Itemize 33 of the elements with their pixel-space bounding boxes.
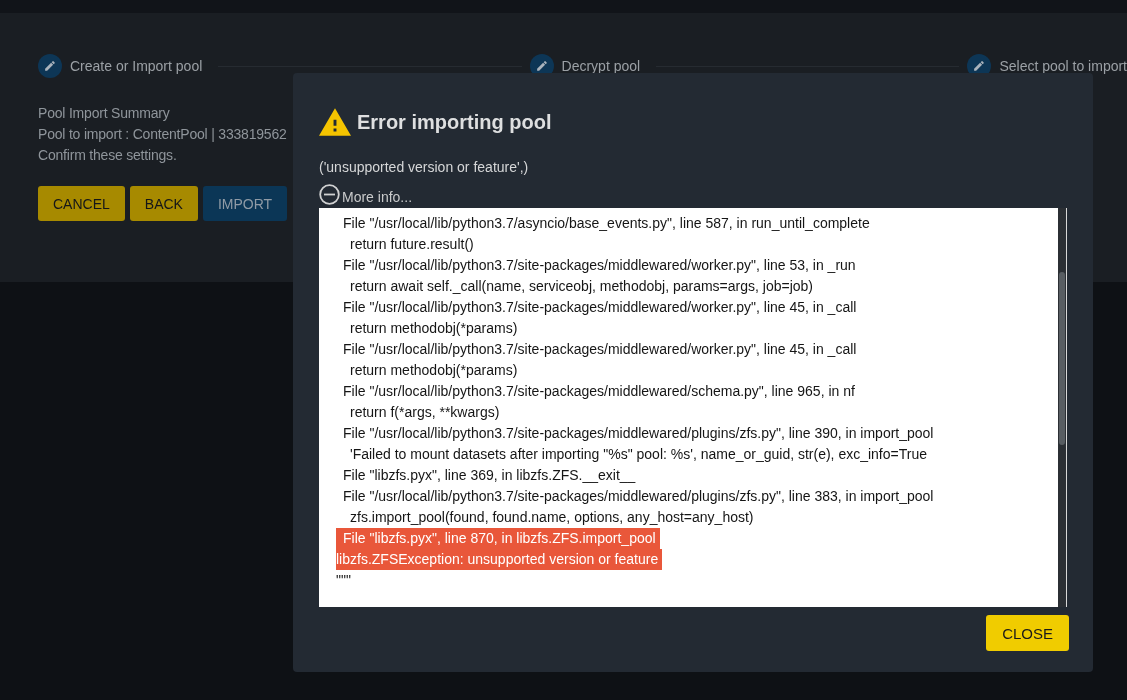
- traceback-line: 'Failed to mount datasets after importing "%s" pool: %s', name_or_guid, str(e), exc_info=True: [349, 445, 928, 464]
- summary-text: Confirm these settings.: [38, 146, 177, 165]
- traceback-line: zfs.import_pool(found, found.name, options, any_host=any_host): [349, 508, 755, 527]
- traceback-line: File "/usr/local/lib/python3.7/site-packages/middlewared/worker.py", line 45, in _call: [342, 298, 858, 317]
- close-button[interactable]: CLOSE: [986, 615, 1069, 651]
- traceback-line: File "libzfs.pyx", line 369, in libzfs.ZFS.__exit__: [342, 466, 637, 485]
- traceback-line: File "/usr/local/lib/python3.7/site-packages/middlewared/plugins/zfs.py", line 390, in import_pool: [342, 424, 935, 443]
- step-label: Create or Import pool: [70, 58, 203, 74]
- dialog-title: Error importing pool: [357, 110, 552, 134]
- traceback-line: File "/usr/local/lib/python3.7/asyncio/base_events.py", line 587, in run_until_complete: [342, 214, 871, 233]
- more-info-toggle[interactable]: More info...: [319, 181, 413, 205]
- secondary-button[interactable]: CANCEL: [38, 186, 125, 221]
- traceback-line: File "/usr/local/lib/python3.7/site-packages/middlewared/plugins/zfs.py", line 383, in import_pool: [342, 487, 935, 506]
- summary-title: Pool Import Summary: [38, 104, 170, 123]
- secondary-button[interactable]: BACK: [129, 186, 198, 221]
- error-message: ('unsupported version or feature',): [319, 158, 529, 176]
- traceback-line: return f(*args, **kwargs): [349, 403, 501, 422]
- traceback-line: return await self._call(name, serviceobj, methodobj, params=args, job=job): [349, 277, 814, 296]
- traceback-line: File "/usr/local/lib/python3.7/site-packages/middlewared/schema.py", line 965, in nf: [342, 382, 856, 401]
- pencil-icon: [38, 54, 62, 78]
- traceback-line: return future.result(): [349, 235, 475, 254]
- import-button[interactable]: IMPORT: [202, 186, 288, 221]
- traceback-line: return methodobj(*params): [349, 361, 519, 380]
- traceback-line: File "/usr/local/lib/python3.7/site-packages/middlewared/worker.py", line 45, in _call: [342, 340, 858, 359]
- traceback-line: return methodobj(*params): [349, 319, 519, 338]
- scrollbar[interactable]: [1058, 208, 1066, 607]
- scrollbar-thumb[interactable]: [1059, 272, 1065, 445]
- traceback-line: """: [336, 571, 352, 590]
- warning-icon: [319, 108, 351, 136]
- traceback-line: File "/usr/local/lib/python3.7/site-packages/middlewared/worker.py", line 53, in _run: [342, 256, 857, 275]
- step-label: Decrypt pool: [561, 58, 641, 74]
- step-label: Select pool to import: [999, 58, 1127, 74]
- summary-text: Pool to import : ContentPool | 333819562: [38, 125, 287, 144]
